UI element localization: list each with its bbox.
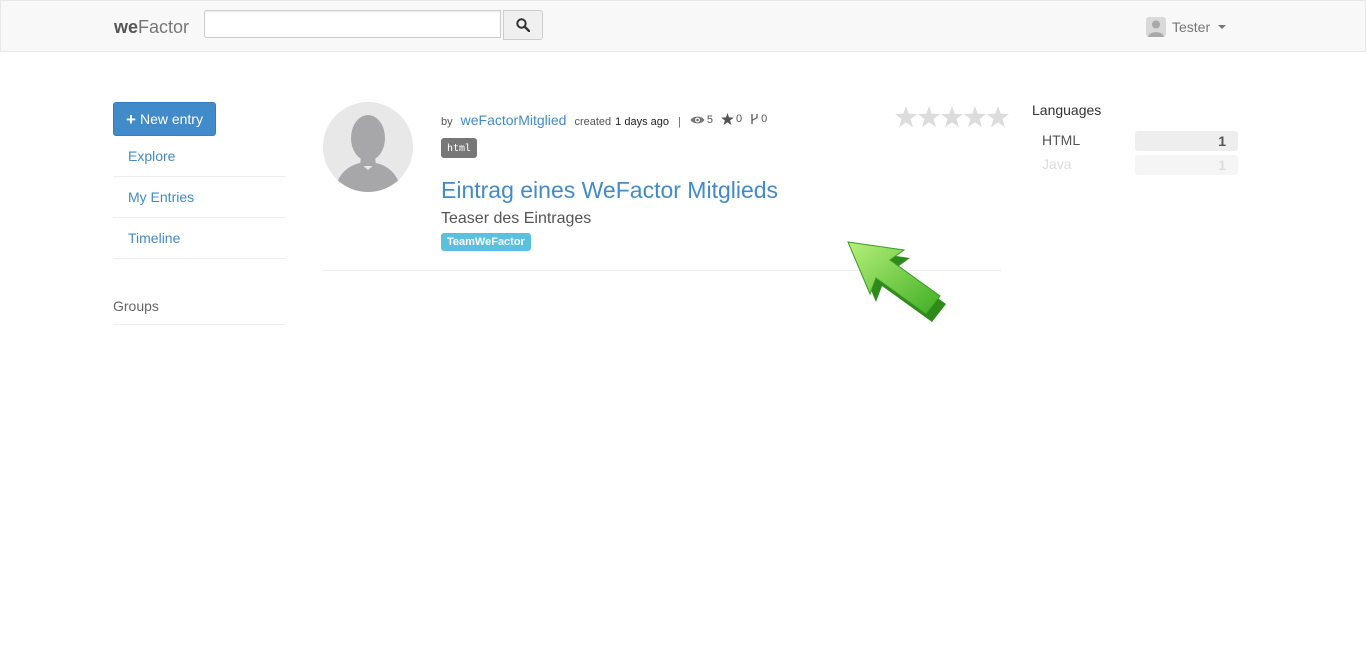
stars-stat: 0 [721, 113, 742, 125]
language-row-html[interactable]: HTML 1 [1042, 131, 1238, 151]
top-navbar: weFactor Tester [0, 0, 1366, 52]
views-count: 5 [706, 114, 713, 126]
by-label: by [441, 116, 453, 128]
user-silhouette-icon [1148, 20, 1164, 37]
created-time: 1 days ago [615, 116, 669, 128]
rating-star-icon[interactable] [918, 106, 940, 127]
new-entry-label: New entry [139, 111, 203, 127]
new-entry-button[interactable]: + New entry [113, 102, 216, 136]
language-name: Java [1042, 156, 1072, 172]
sidebar-nav: Explore My Entries Timeline [113, 136, 285, 259]
plus-icon: + [126, 109, 136, 129]
entry-teaser: Teaser des Eintrages [441, 210, 592, 227]
sidebar-item-my-entries[interactable]: My Entries [113, 177, 285, 218]
author-link[interactable]: weFactorMitglied [461, 112, 567, 128]
language-label: html [441, 138, 477, 158]
brand-bold: we [114, 17, 139, 37]
star-icon [721, 113, 734, 125]
rating-star-icon[interactable] [941, 106, 963, 127]
groups-heading: Groups [113, 298, 285, 325]
rating-star-icon[interactable] [895, 106, 917, 127]
forks-stat: 0 [750, 113, 767, 125]
stars-count: 0 [735, 113, 743, 125]
language-name: HTML [1042, 132, 1081, 148]
user-name: Tester [1172, 19, 1211, 35]
rating-star-icon[interactable] [987, 106, 1009, 127]
rating-star-icon[interactable] [964, 106, 986, 127]
forks-count: 0 [761, 113, 768, 125]
brand-rest: Factor [138, 17, 190, 37]
search-button[interactable] [503, 10, 543, 40]
language-count: 1 [1218, 157, 1226, 173]
person-silhouette-icon [335, 115, 401, 192]
language-count-bar: 1 [1135, 155, 1238, 175]
language-count-bar: 1 [1135, 131, 1238, 151]
green-arrow-icon [847, 241, 946, 322]
language-row-java[interactable]: Java 1 [1042, 155, 1238, 175]
language-count: 1 [1218, 133, 1226, 149]
entry-meta: by weFactorMitglied created 1 days ago |… [441, 112, 775, 128]
brand-logo[interactable]: weFactor [114, 17, 189, 38]
search-icon [516, 18, 530, 32]
user-menu[interactable]: Tester [1146, 16, 1227, 38]
chevron-down-icon [1218, 25, 1227, 29]
views-stat: 5 [690, 114, 713, 126]
created-label: created [574, 116, 612, 128]
search-input[interactable] [204, 10, 501, 38]
languages-heading: Languages [1032, 102, 1102, 118]
fork-icon [751, 114, 758, 124]
entry-title-link[interactable]: Eintrag eines WeFactor Mitglieds [441, 177, 778, 204]
eye-icon [690, 116, 705, 124]
sidebar-item-timeline[interactable]: Timeline [113, 218, 285, 259]
star-rating[interactable] [895, 106, 1009, 127]
author-avatar[interactable] [323, 102, 413, 192]
group-badge[interactable]: TeamWeFactor [441, 233, 531, 251]
sidebar-item-explore[interactable]: Explore [113, 136, 285, 177]
meta-separator: | [677, 116, 681, 128]
user-avatar [1146, 17, 1166, 37]
